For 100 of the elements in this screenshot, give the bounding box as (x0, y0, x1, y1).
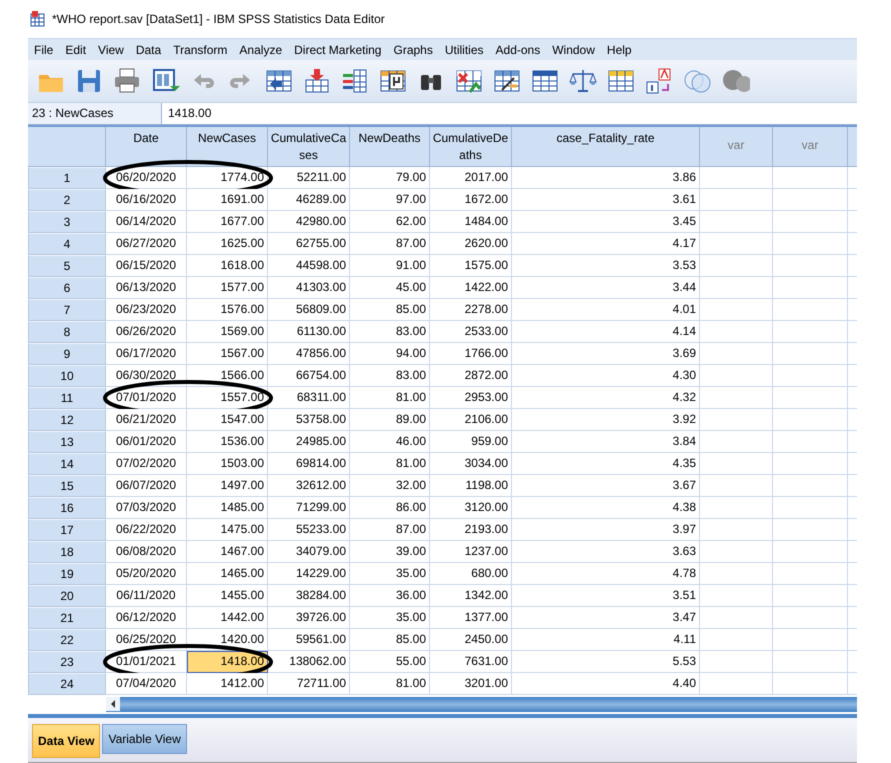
table-cell: 07/03/2020 (106, 496, 187, 519)
row-number[interactable]: 9 (28, 342, 106, 365)
menu-item[interactable]: Direct Marketing (288, 42, 388, 57)
table-cell: 85.00 (350, 628, 430, 651)
table-cell: 32.00 (350, 474, 430, 497)
row-number[interactable]: 4 (28, 232, 106, 255)
menu-item[interactable]: File (28, 42, 60, 57)
table-cell: 34079.00 (268, 540, 350, 563)
table-cell: 53758.00 (268, 408, 350, 431)
table-cell: 44598.00 (268, 254, 350, 277)
row-number[interactable]: 19 (28, 562, 106, 585)
table-cell: 06/14/2020 (106, 210, 187, 233)
column-header[interactable]: CumulativeCa ses (268, 126, 350, 167)
table-cell: 1618.00 (187, 254, 268, 277)
table-cell: 81.00 (350, 386, 430, 409)
menu-item[interactable]: Transform (167, 42, 234, 57)
row-number[interactable]: 22 (28, 628, 106, 651)
row-number[interactable]: 14 (28, 452, 106, 475)
menu-item[interactable]: Utilities (438, 42, 490, 57)
table-cell: 94.00 (350, 342, 430, 365)
table-cell: 62755.00 (268, 232, 350, 255)
table-cell: 87.00 (350, 232, 430, 255)
column-header[interactable]: Date (106, 126, 187, 167)
menu-item[interactable]: Data (130, 42, 168, 57)
table-cell: 42980.00 (268, 210, 350, 233)
table-cell: 35.00 (350, 606, 430, 629)
table-cell: 55.00 (350, 650, 430, 673)
table-cell: 1575.00 (430, 254, 512, 277)
table-cell: 138062.00 (268, 650, 350, 673)
table-cell: 06/23/2020 (106, 298, 187, 321)
column-header[interactable]: NewCases (187, 126, 268, 167)
column-header[interactable]: case_Fatality_rate (512, 126, 700, 167)
row-number[interactable]: 12 (28, 408, 106, 431)
row-number[interactable]: 8 (28, 320, 106, 343)
menu-item[interactable]: Help (600, 42, 638, 57)
left-arrow-icon[interactable] (109, 699, 117, 710)
table-cell: 3.67 (512, 474, 700, 497)
view-tab[interactable]: Variable View (102, 724, 187, 754)
table-cell: 1455.00 (187, 584, 268, 607)
table-cell: 1198.00 (430, 474, 512, 497)
menu-item[interactable]: Edit (59, 42, 92, 57)
row-number[interactable]: 20 (28, 584, 106, 607)
column-header[interactable]: CumulativeDe aths (430, 126, 512, 167)
table-cell: 1237.00 (430, 540, 512, 563)
row-number[interactable]: 13 (28, 430, 106, 453)
table-cell: 06/21/2020 (106, 408, 187, 431)
row-number[interactable]: 18 (28, 540, 106, 563)
table-cell: 4.38 (512, 496, 700, 519)
table-cell: 4.40 (512, 672, 700, 695)
row-number[interactable]: 2 (28, 188, 106, 211)
table-cell: 46289.00 (268, 188, 350, 211)
table-cell: 2450.00 (430, 628, 512, 651)
table-cell: 680.00 (430, 562, 512, 585)
row-number[interactable]: 11 (28, 386, 106, 409)
row-number[interactable]: 24 (28, 672, 106, 695)
table-cell: 1536.00 (187, 430, 268, 453)
table-cell: 4.78 (512, 562, 700, 585)
table-cell: 3.97 (512, 518, 700, 541)
row-number[interactable]: 5 (28, 254, 106, 277)
row-number[interactable]: 15 (28, 474, 106, 497)
row-number[interactable]: 6 (28, 276, 106, 299)
table-cell: 85.00 (350, 298, 430, 321)
table-cell: 52211.00 (268, 166, 350, 189)
view-tab[interactable]: Data View (32, 724, 100, 758)
row-number[interactable]: 21 (28, 606, 106, 629)
row-number[interactable]: 1 (28, 166, 106, 189)
row-number[interactable]: 7 (28, 298, 106, 321)
cell-value-field[interactable]: 1418.00 (162, 102, 218, 124)
row-number[interactable]: 23 (28, 650, 106, 673)
row-number[interactable]: 3 (28, 210, 106, 233)
table-cell: 4.11 (512, 628, 700, 651)
table-cell: 35.00 (350, 562, 430, 585)
table-cell: 39726.00 (268, 606, 350, 629)
table-cell: 2106.00 (430, 408, 512, 431)
table-cell: 83.00 (350, 364, 430, 387)
table-cell: 55233.00 (268, 518, 350, 541)
table-cell: 1547.00 (187, 408, 268, 431)
table-cell: 1569.00 (187, 320, 268, 343)
table-cell: 06/01/2020 (106, 430, 187, 453)
horizontal-scrollbar[interactable] (106, 696, 857, 712)
table-cell: 1475.00 (187, 518, 268, 541)
menu-item[interactable]: View (92, 42, 130, 57)
table-cell: 1484.00 (430, 210, 512, 233)
table-cell: 61130.00 (268, 320, 350, 343)
row-number[interactable]: 16 (28, 496, 106, 519)
menu-item[interactable]: Graphs (387, 42, 439, 57)
table-cell: 3.45 (512, 210, 700, 233)
menu-item[interactable]: Add-ons (490, 42, 546, 57)
table-cell: 89.00 (350, 408, 430, 431)
menu-item[interactable]: Analyze (233, 42, 288, 57)
table-cell: 3.53 (512, 254, 700, 277)
table-cell: 3034.00 (430, 452, 512, 475)
table-cell: 2017.00 (430, 166, 512, 189)
column-header[interactable]: NewDeaths (350, 126, 430, 167)
row-number[interactable]: 10 (28, 364, 106, 387)
table-cell: 06/12/2020 (106, 606, 187, 629)
menu-item[interactable]: Window (546, 42, 601, 57)
table-cell: 5.53 (512, 650, 700, 673)
row-number[interactable]: 17 (28, 518, 106, 541)
table-cell: 1567.00 (187, 342, 268, 365)
